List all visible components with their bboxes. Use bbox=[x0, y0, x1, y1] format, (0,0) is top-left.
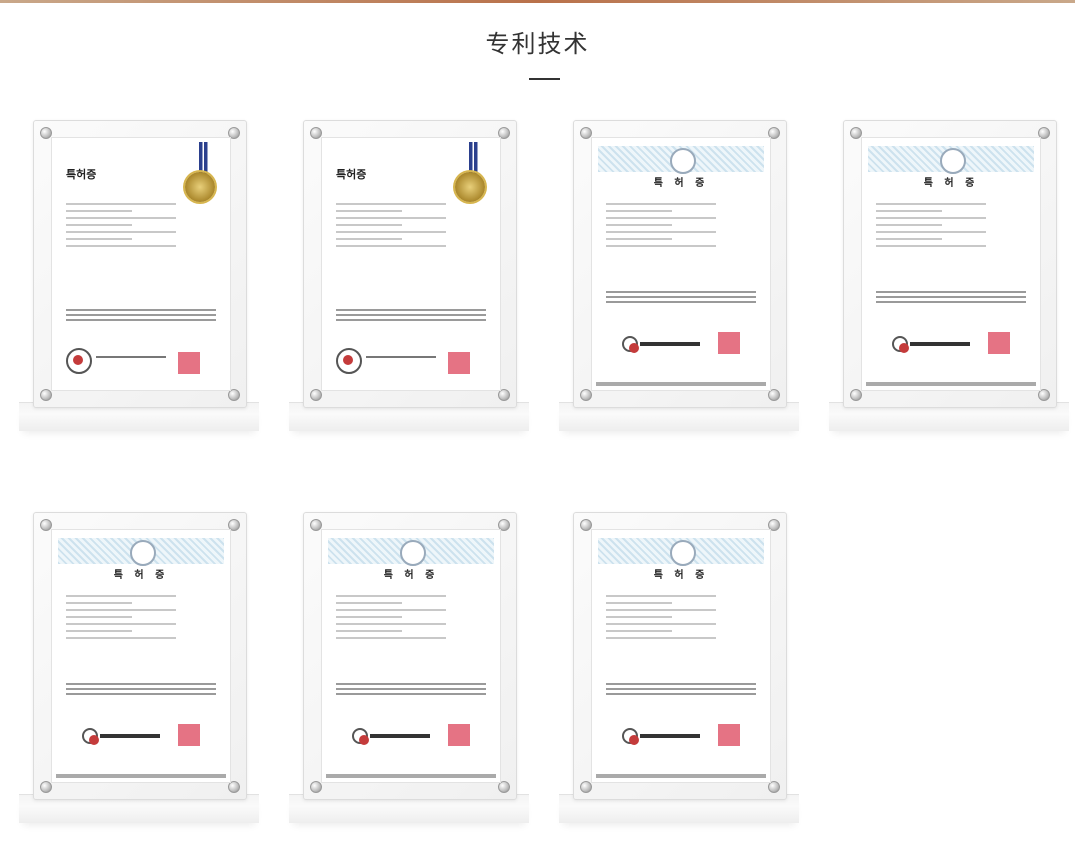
gold-seal-icon bbox=[455, 172, 485, 202]
certificate-frame[interactable]: 특 허 증 bbox=[559, 120, 827, 450]
acrylic-frame: 특 허 증 bbox=[843, 120, 1057, 408]
certificate-frame[interactable]: 특 허 증 bbox=[829, 120, 1075, 450]
acrylic-frame: 특허증 bbox=[303, 120, 517, 408]
kipo-logo-icon bbox=[66, 348, 92, 374]
patent-certificate: 특 허 증 bbox=[591, 529, 771, 783]
red-stamp-icon bbox=[448, 724, 470, 746]
acrylic-frame: 특 허 증 bbox=[303, 512, 517, 800]
gold-seal-icon bbox=[185, 172, 215, 202]
red-stamp-icon bbox=[448, 352, 470, 374]
patent-certificate: 특허증 bbox=[321, 137, 501, 391]
emblem-icon bbox=[670, 148, 696, 174]
kipo-logo-icon bbox=[352, 728, 369, 745]
certificate-frame[interactable]: 특허증 bbox=[19, 120, 287, 450]
patent-certificate: 특 허 증 bbox=[51, 529, 231, 783]
red-stamp-icon bbox=[178, 352, 200, 374]
kipo-logo-icon bbox=[892, 336, 909, 353]
certificate-title: 특 허 증 bbox=[653, 178, 709, 189]
red-stamp-icon bbox=[718, 724, 740, 746]
kipo-logo-icon bbox=[82, 728, 99, 745]
title-underline bbox=[529, 78, 560, 80]
kipo-logo-icon bbox=[622, 728, 639, 745]
acrylic-frame: 특 허 증 bbox=[573, 512, 787, 800]
certificate-title: 특 허 증 bbox=[923, 178, 979, 189]
red-stamp-icon bbox=[988, 332, 1010, 354]
certificate-frame[interactable]: 특 허 증 bbox=[19, 512, 287, 842]
certificate-frame[interactable]: 특 허 증 bbox=[289, 512, 557, 842]
certificate-title: 특허증 bbox=[336, 168, 367, 181]
red-stamp-icon bbox=[718, 332, 740, 354]
patent-certificate: 특 허 증 bbox=[861, 137, 1041, 391]
certificate-frame[interactable]: 특허증 bbox=[289, 120, 557, 450]
certificate-title: 특 허 증 bbox=[113, 570, 169, 581]
page-title: 专利技术 bbox=[485, 30, 590, 58]
patent-certificate: 특허증 bbox=[51, 137, 231, 391]
emblem-icon bbox=[130, 540, 156, 566]
top-accent-bar bbox=[0, 0, 1075, 3]
kipo-logo-icon bbox=[622, 336, 639, 353]
emblem-icon bbox=[940, 148, 966, 174]
patent-certificate: 특 허 증 bbox=[321, 529, 501, 783]
patent-certificate: 특 허 증 bbox=[591, 137, 771, 391]
certificate-title: 특 허 증 bbox=[653, 570, 709, 581]
emblem-icon bbox=[400, 540, 426, 566]
acrylic-frame: 특허증 bbox=[33, 120, 247, 408]
certificate-frame[interactable]: 특 허 증 bbox=[559, 512, 827, 842]
certificate-title: 특허증 bbox=[66, 168, 97, 181]
acrylic-frame: 특 허 증 bbox=[573, 120, 787, 408]
certificate-title: 특 허 증 bbox=[383, 570, 439, 581]
red-stamp-icon bbox=[178, 724, 200, 746]
kipo-logo-icon bbox=[336, 348, 362, 374]
emblem-icon bbox=[670, 540, 696, 566]
acrylic-frame: 특 허 증 bbox=[33, 512, 247, 800]
